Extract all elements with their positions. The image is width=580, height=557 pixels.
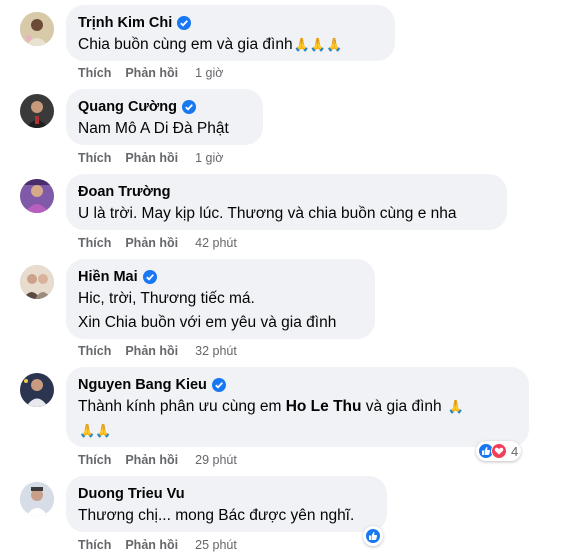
love-reaction-icon (491, 443, 507, 459)
like-button[interactable]: Thích (78, 236, 111, 250)
commenter-name[interactable]: Duong Trieu Vu (78, 486, 185, 502)
comment-timestamp[interactable]: 1 giờ (195, 66, 223, 80)
comment-timestamp[interactable]: 32 phút (195, 344, 237, 358)
comment-text: U là trời. May kịp lúc. Thương và chia b… (78, 205, 457, 222)
like-button[interactable]: Thích (78, 344, 111, 358)
praying-hands-emoji: 🙏 (447, 399, 464, 414)
like-button[interactable]: Thích (78, 151, 111, 165)
reaction-summary[interactable] (363, 526, 383, 546)
like-button[interactable]: Thích (78, 453, 111, 467)
like-button[interactable]: Thích (78, 66, 111, 80)
reply-button[interactable]: Phản hồi (125, 453, 178, 467)
reply-button[interactable]: Phản hồi (125, 151, 178, 165)
comment-text: Chia buồn cùng em và gia đình🙏🙏🙏 (78, 33, 383, 57)
commenter-name[interactable]: Đoan Trường (78, 184, 171, 200)
verified-badge-icon (177, 16, 192, 30)
comment-timestamp[interactable]: 1 giờ (195, 151, 223, 165)
praying-hands-emoji: 🙏🙏 (79, 423, 112, 438)
comment-actions: Thích Phản hồi 1 giờ (78, 151, 223, 165)
comment-timestamp[interactable]: 29 phút (195, 453, 237, 467)
comment-actions: Thích Phản hồi 1 giờ (78, 66, 223, 80)
avatar[interactable] (20, 373, 54, 407)
avatar[interactable] (20, 12, 54, 46)
comment-text-line-1: Hic, trời, Thương tiếc má. (78, 290, 255, 307)
like-button[interactable]: Thích (78, 538, 111, 552)
comment-text: Thương chị... mong Bác được yên nghĩ. (78, 507, 355, 524)
reaction-count: 4 (511, 443, 519, 459)
verified-badge-icon (181, 100, 196, 114)
comment-bubble: Trịnh Kim Chi Chia buồn cùng em và gia đ… (66, 5, 395, 61)
commenter-name[interactable]: Nguyen Bang Kieu (78, 377, 207, 393)
comment-timestamp[interactable]: 25 phút (195, 538, 237, 552)
comment-actions: Thích Phản hồi 32 phút (78, 344, 237, 358)
reply-button[interactable]: Phản hồi (125, 66, 178, 80)
comment-text: Nam Mô A Di Đà Phật (78, 120, 229, 137)
commenter-name[interactable]: Hiền Mai (78, 269, 138, 285)
reply-button[interactable]: Phản hồi (125, 344, 178, 358)
comment-text-line-2: 🙏🙏 (78, 419, 517, 443)
commenter-name[interactable]: Quang Cường (78, 99, 177, 115)
comment-text-line-1: Thành kính phân ưu cùng em Ho Le Thu và … (78, 395, 517, 419)
comment-bubble: Đoan Trường U là trời. May kịp lúc. Thươ… (66, 174, 507, 230)
tagged-user-link[interactable]: Ho Le Thu (286, 398, 362, 415)
like-reaction-icon (365, 528, 381, 544)
verified-badge-icon (142, 270, 157, 284)
comment-text-line-2: Xin Chia buồn với em yêu và gia đình (78, 314, 337, 331)
comment-bubble: Duong Trieu Vu Thương chị... mong Bác đư… (66, 476, 387, 532)
reply-button[interactable]: Phản hồi (125, 538, 178, 552)
avatar[interactable] (20, 482, 54, 516)
commenter-name[interactable]: Trịnh Kim Chi (78, 15, 172, 31)
comment-bubble: Nguyen Bang Kieu Thành kính phân ưu cùng… (66, 367, 529, 447)
reply-button[interactable]: Phản hồi (125, 236, 178, 250)
avatar[interactable] (20, 94, 54, 128)
avatar[interactable] (20, 179, 54, 213)
comment-timestamp[interactable]: 42 phút (195, 236, 237, 250)
praying-hands-emoji: 🙏🙏🙏 (293, 37, 343, 52)
reaction-summary[interactable]: 4 (476, 441, 522, 461)
comment-bubble: Quang Cường Nam Mô A Di Đà Phật (66, 89, 263, 145)
comment-actions: Thích Phản hồi 42 phút (78, 236, 237, 250)
comment-actions: Thích Phản hồi 29 phút (78, 453, 237, 467)
avatar[interactable] (20, 265, 54, 299)
comment-actions: Thích Phản hồi 25 phút (78, 538, 237, 552)
comment-bubble: Hiền Mai Hic, trời, Thương tiếc má. Xin … (66, 259, 375, 339)
verified-badge-icon (211, 378, 226, 392)
